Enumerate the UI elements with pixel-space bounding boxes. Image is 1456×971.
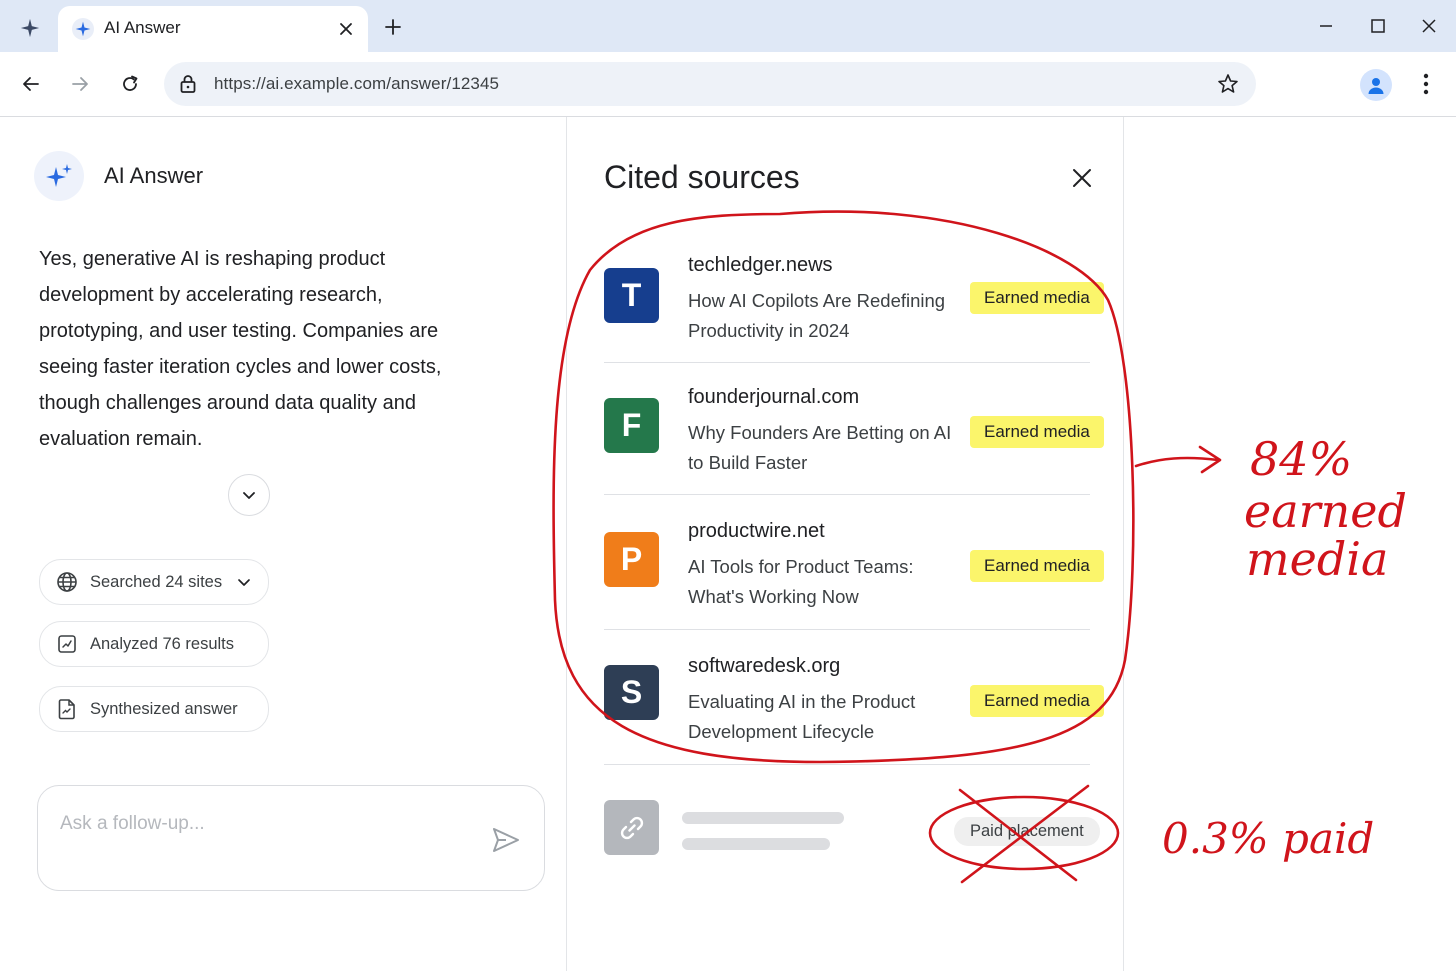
step-chip-analyzed[interactable]: Analyzed 76 results <box>39 621 269 667</box>
chart-icon <box>56 633 78 655</box>
paid-source-item[interactable]: Paid placement <box>604 800 1100 856</box>
divider <box>604 362 1090 363</box>
sparkle-icon <box>72 18 94 40</box>
pane-divider <box>1123 117 1124 971</box>
source-logo: P <box>604 532 659 587</box>
chevron-down-icon <box>241 487 257 503</box>
placeholder-line <box>682 838 830 850</box>
close-icon[interactable] <box>334 17 358 41</box>
chevron-down-icon <box>236 574 252 590</box>
send-icon[interactable] <box>490 824 522 856</box>
expand-button[interactable] <box>228 474 270 516</box>
divider <box>604 764 1090 765</box>
sources-panel: Cited sources T techledger.news How AI C… <box>567 117 1123 971</box>
earned-media-badge: Earned media <box>970 685 1104 717</box>
earned-media-badge: Earned media <box>970 550 1104 582</box>
reload-icon[interactable] <box>115 69 145 99</box>
tab-strip: AI Answer <box>0 0 1456 52</box>
step-label: Analyzed 76 results <box>90 634 234 653</box>
source-headline[interactable]: How AI Copilots Are Redefining Productiv… <box>688 286 968 346</box>
maximize-icon[interactable] <box>1364 12 1392 40</box>
source-item-softwaredesk[interactable]: S softwaredesk.org Evaluating AI in the … <box>604 655 1104 747</box>
answer-text: Yes, generative AI is reshaping product … <box>39 248 442 450</box>
avatar[interactable] <box>1360 69 1392 101</box>
step-label: Synthesized answer <box>90 699 238 718</box>
paid-share-note: 0.3% paid <box>1162 814 1375 863</box>
earned-media-badge: Earned media <box>970 282 1104 314</box>
source-domain[interactable]: techledger.news <box>688 254 833 277</box>
divider <box>604 494 1090 495</box>
browser-toolbar: https://ai.example.com/answer/12345 <box>0 52 1456 117</box>
annotation-arrow <box>1134 445 1222 474</box>
source-item-founderjournal[interactable]: F founderjournal.com Why Founders Are Be… <box>604 386 1104 478</box>
tab-title: AI Answer <box>104 18 181 37</box>
source-logo: S <box>604 665 659 720</box>
link-icon <box>604 800 659 855</box>
earned-share-note: earned <box>1244 484 1407 538</box>
browser-tab[interactable]: AI Answer <box>58 6 368 52</box>
earned-media-badge: Earned media <box>970 416 1104 448</box>
source-logo: F <box>604 398 659 453</box>
followup-input[interactable] <box>58 810 462 838</box>
minimize-icon[interactable] <box>1312 12 1340 40</box>
url-text[interactable]: https://ai.example.com/answer/12345 <box>214 74 499 94</box>
earned-share-note: media <box>1246 532 1389 586</box>
source-item-techledger[interactable]: T techledger.news How AI Copilots Are Re… <box>604 254 1104 346</box>
sparkle-icon <box>34 151 84 201</box>
step-chip-searched[interactable]: Searched 24 sites <box>39 559 269 605</box>
step-chip-synthesized[interactable]: Synthesized answer <box>39 686 269 732</box>
divider <box>604 629 1090 630</box>
followup-box[interactable] <box>37 785 545 891</box>
window-close-icon[interactable] <box>1415 12 1443 40</box>
sparkle-icon[interactable] <box>14 12 46 44</box>
paid-placement-badge: Paid placement <box>954 817 1100 846</box>
earned-share-note: 84% <box>1250 432 1353 486</box>
address-bar[interactable]: https://ai.example.com/answer/12345 <box>164 62 1256 106</box>
star-icon[interactable] <box>1216 72 1240 96</box>
lock-icon[interactable] <box>178 73 198 95</box>
source-item-productwire[interactable]: P productwire.net AI Tools for Product T… <box>604 520 1104 612</box>
source-domain[interactable]: founderjournal.com <box>688 386 859 409</box>
answer-title: AI Answer <box>104 163 204 188</box>
close-icon[interactable] <box>1067 163 1097 193</box>
source-domain[interactable]: softwaredesk.org <box>688 655 840 678</box>
back-arrow-icon[interactable] <box>16 69 46 99</box>
source-logo: T <box>604 268 659 323</box>
source-headline[interactable]: AI Tools for Product Teams: What's Worki… <box>688 552 968 612</box>
placeholder-line <box>682 812 844 824</box>
plus-icon[interactable] <box>380 14 406 40</box>
more-vertical-icon[interactable] <box>1412 70 1440 98</box>
step-label: Searched 24 sites <box>90 572 223 591</box>
panel-title: Cited sources <box>604 159 800 195</box>
globe-icon <box>56 571 78 593</box>
source-headline[interactable]: Why Founders Are Betting on AI to Build … <box>688 418 968 478</box>
source-domain[interactable]: productwire.net <box>688 520 825 543</box>
answer-pane: AI Answer Yes, generative AI is reshapin… <box>0 117 566 971</box>
forward-arrow-icon[interactable] <box>65 69 95 99</box>
source-headline[interactable]: Evaluating AI in the Product Development… <box>688 687 968 747</box>
document-icon <box>56 698 78 720</box>
